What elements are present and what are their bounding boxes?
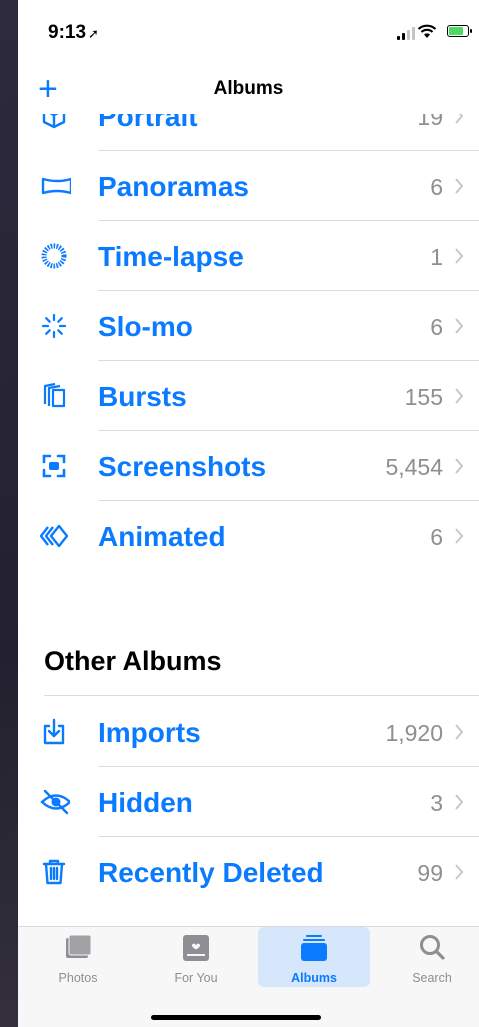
album-label: Imports [98,717,201,748]
screenshot-icon [42,454,66,478]
album-label: Screenshots [98,451,267,482]
album-count: 99 [417,860,443,886]
album-count: 155 [404,384,443,410]
chevron-right-icon [455,248,464,264]
album-row-screenshots[interactable]: Screenshots 5,454 [18,431,479,501]
album-count: 19 [417,114,443,130]
home-indicator[interactable] [151,1015,321,1020]
album-label: Hidden [98,787,193,818]
time-lapse-icon [41,243,67,269]
tab-for-you[interactable]: For You [140,927,252,987]
album-row-recently-deleted[interactable]: Recently Deleted 99 [18,837,479,907]
battery-icon [447,25,472,37]
nav-bar: + Albums [18,64,479,114]
chevron-right-icon [455,114,464,124]
album-row-bursts[interactable]: Bursts 155 [18,361,479,431]
wifi-icon [417,24,437,38]
tab-search[interactable]: Search [376,927,479,987]
chevron-right-icon [455,724,464,740]
album-label: Recently Deleted [98,857,324,888]
tab-label: Albums [291,971,337,985]
album-label: Animated [98,521,226,552]
album-count: 5,454 [385,454,443,480]
tab-label: Search [412,971,452,985]
album-list[interactable]: Portrait 19 Panoramas 6 Time-lapse 1 Slo… [18,114,479,926]
album-row-hidden[interactable]: Hidden 3 [18,767,479,837]
album-label: Time-lapse [98,241,244,272]
chevron-right-icon [455,318,464,334]
album-label: Panoramas [98,171,249,202]
chevron-right-icon [455,864,464,880]
chevron-right-icon [455,388,464,404]
album-row-portrait[interactable]: Portrait 19 [18,114,479,151]
album-row-slo-mo[interactable]: Slo-mo 6 [18,291,479,361]
panorama-icon [41,177,71,195]
chevron-right-icon [455,458,464,474]
album-count: 3 [430,790,443,816]
album-label: Slo-mo [98,311,193,342]
phone-screen: 9:13➚ + Albums Portrait 19 Panoramas 6 [18,0,479,1027]
album-row-animated[interactable]: Animated 6 [18,501,479,571]
status-bar: 9:13 ➚ [18,0,479,64]
chevron-right-icon [455,794,464,810]
chevron-right-icon [455,528,464,544]
chevron-right-icon [455,178,464,194]
album-count: 1,920 [385,720,443,746]
page-title: Albums [213,78,284,99]
tab-label: Photos [58,971,98,985]
album-count: 6 [430,314,443,340]
album-row-imports[interactable]: Imports 1,920 [18,697,479,767]
albums-icon [301,935,327,961]
album-row-time-lapse[interactable]: Time-lapse 1 [18,221,479,291]
tab-label: For You [174,971,218,985]
for-you-icon [183,935,209,961]
location-arrow-icon: ➚ [88,26,99,41]
album-count: 6 [430,174,443,200]
tab-albums[interactable]: Albums [258,927,370,987]
photos-icon [66,934,92,958]
hidden-eye-icon [40,789,70,815]
album-label: Portrait [98,114,198,132]
album-count: 6 [430,524,443,550]
section-heading-other-albums: Other Albums [44,646,222,676]
cube-icon [42,114,66,129]
album-count: 1 [430,244,443,270]
bursts-icon [43,382,66,408]
album-row-panoramas[interactable]: Panoramas 6 [18,151,479,221]
search-icon [420,935,445,960]
tab-bar: Photos For You Albums Search [18,926,479,1027]
import-icon [43,718,65,745]
cellular-signal-icon [397,26,415,40]
album-label: Bursts [98,381,187,412]
slo-mo-icon [41,313,67,339]
tab-photos[interactable]: Photos [22,927,134,987]
status-time: 9:13 ➚ [48,22,99,43]
trash-icon [42,859,66,885]
animated-icon [40,524,68,548]
